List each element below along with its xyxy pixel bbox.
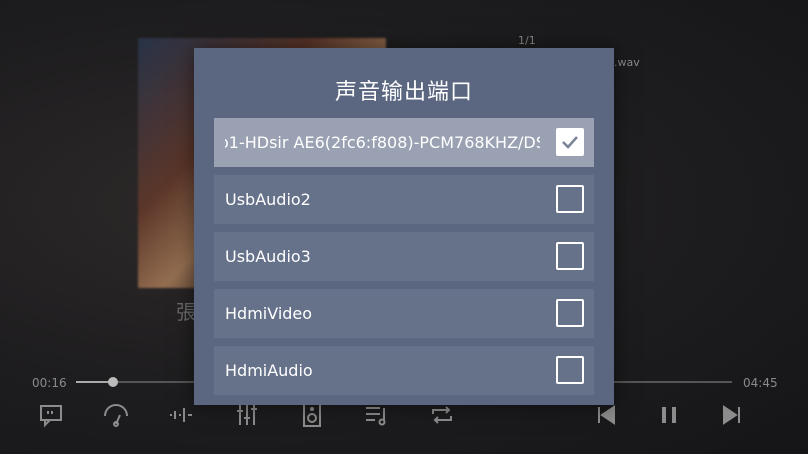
pause-icon	[662, 407, 676, 423]
speaker-icon	[303, 403, 321, 427]
output-checkbox[interactable]	[556, 128, 584, 156]
equalizer-icon	[237, 405, 257, 425]
output-option-label: UsbAudio3	[225, 247, 311, 266]
previous-icon	[598, 405, 615, 425]
pause-button[interactable]	[654, 400, 684, 430]
speed-button[interactable]	[101, 400, 131, 430]
output-option[interactable]: o1-HDsir AE6(2fc6:f808)-PCM768KHZ/DS	[214, 118, 594, 167]
checkmark-icon	[562, 136, 578, 149]
total-duration: 04:45	[743, 376, 778, 390]
next-button[interactable]	[717, 400, 747, 430]
file-name: .wav	[614, 56, 640, 69]
playback-controls	[0, 400, 808, 436]
output-option[interactable]: HdmiVideo	[214, 289, 594, 338]
waveform-button[interactable]	[166, 400, 196, 430]
output-checkbox[interactable]	[556, 185, 584, 213]
progress-knob[interactable]	[107, 377, 118, 387]
output-option-label: HdmiAudio	[225, 361, 313, 380]
output-option-label: o1-HDsir AE6(2fc6:f808)-PCM768KHZ/DS	[225, 133, 540, 152]
audio-output-dialog: 声音输出端口 o1-HDsir AE6(2fc6:f808)-PCM768KHZ…	[194, 48, 614, 405]
output-option[interactable]: UsbAudio3	[214, 232, 594, 281]
output-checkbox[interactable]	[556, 356, 584, 384]
next-icon	[723, 405, 740, 425]
output-option-label: UsbAudio2	[225, 190, 311, 209]
output-option[interactable]: HdmiAudio	[214, 346, 594, 395]
output-checkbox[interactable]	[556, 242, 584, 270]
track-index: 1/1	[518, 34, 536, 47]
output-option[interactable]: UsbAudio2	[214, 175, 594, 224]
output-option-label: HdmiVideo	[225, 304, 313, 323]
elapsed-time: 00:16	[32, 376, 67, 390]
repeat-icon	[432, 406, 452, 424]
dialog-title: 声音输出端口	[334, 80, 473, 105]
output-checkbox[interactable]	[556, 299, 584, 327]
song-title: 張	[176, 300, 196, 324]
playlist-icon	[366, 407, 386, 426]
lyrics-icon	[40, 405, 62, 428]
waveform-icon	[170, 408, 192, 422]
speed-gauge-icon	[104, 404, 128, 427]
lyrics-button[interactable]	[36, 400, 66, 430]
